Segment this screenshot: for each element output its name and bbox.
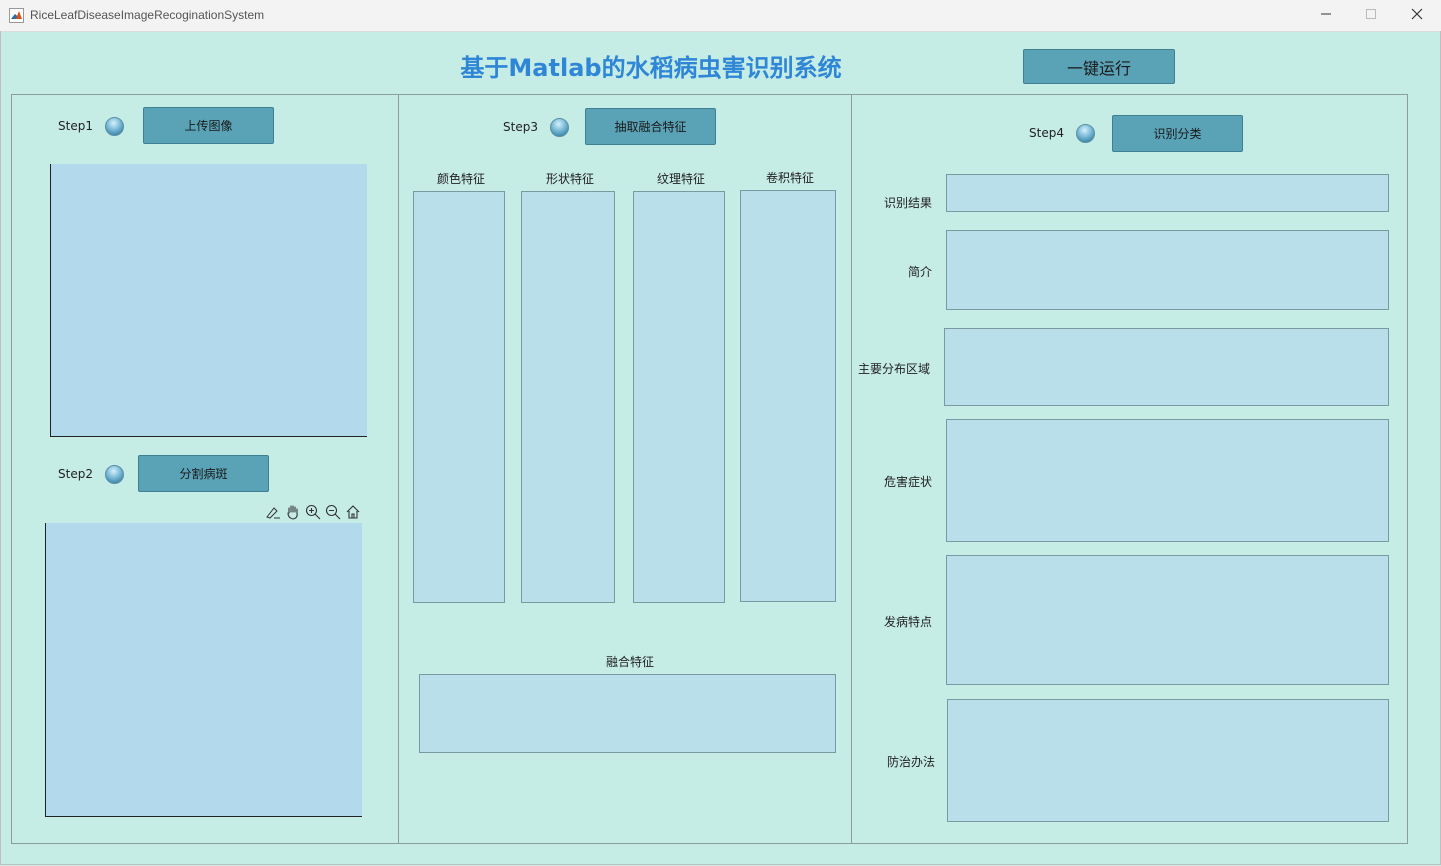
close-button[interactable] bbox=[1394, 0, 1440, 31]
home-icon[interactable] bbox=[344, 503, 361, 520]
step3-status-lamp bbox=[550, 118, 569, 137]
onset-label: 发病特点 bbox=[884, 615, 933, 629]
run-all-button[interactable]: 一键运行 bbox=[1023, 49, 1175, 84]
conv-feature-box[interactable] bbox=[740, 190, 836, 602]
segment-lesion-button[interactable]: 分割病斑 bbox=[138, 455, 269, 492]
result-box[interactable] bbox=[946, 174, 1389, 212]
distribution-box[interactable] bbox=[944, 328, 1389, 406]
zoom-out-icon[interactable] bbox=[324, 503, 341, 520]
axes-toolbar bbox=[264, 503, 364, 521]
color-feature-label: 颜色特征 bbox=[437, 172, 486, 186]
color-feature-box[interactable] bbox=[413, 191, 505, 603]
step3-label: Step3 bbox=[503, 120, 538, 134]
conv-feature-label: 卷积特征 bbox=[766, 171, 815, 185]
segmented-image-axes bbox=[45, 523, 362, 817]
intro-label: 简介 bbox=[908, 265, 933, 279]
result-label: 识别结果 bbox=[884, 196, 933, 210]
window-title: RiceLeafDiseaseImageRecoginationSystem bbox=[30, 8, 265, 22]
symptoms-box[interactable] bbox=[946, 419, 1389, 542]
page-title: 基于Matlab的水稻病虫害识别系统 bbox=[460, 54, 842, 82]
intro-box[interactable] bbox=[946, 230, 1389, 310]
symptoms-label: 危害症状 bbox=[884, 475, 933, 489]
texture-feature-label: 纹理特征 bbox=[657, 172, 706, 186]
pan-hand-icon[interactable] bbox=[284, 503, 301, 520]
step2-status-lamp bbox=[105, 465, 124, 484]
matlab-icon bbox=[9, 8, 24, 23]
maximize-button[interactable] bbox=[1348, 0, 1394, 31]
step4-label: Step4 bbox=[1029, 126, 1064, 140]
minimize-icon bbox=[1320, 8, 1332, 23]
onset-box[interactable] bbox=[946, 555, 1389, 685]
classify-button[interactable]: 识别分类 bbox=[1112, 115, 1243, 152]
extract-features-button[interactable]: 抽取融合特征 bbox=[585, 108, 716, 145]
shape-feature-label: 形状特征 bbox=[546, 172, 595, 186]
brush-icon[interactable] bbox=[264, 503, 281, 520]
fused-feature-box[interactable] bbox=[419, 674, 836, 753]
window-titlebar: RiceLeafDiseaseImageRecoginationSystem bbox=[0, 0, 1441, 32]
zoom-in-icon[interactable] bbox=[304, 503, 321, 520]
prevention-label: 防治办法 bbox=[887, 755, 936, 769]
step4-status-lamp bbox=[1076, 124, 1095, 143]
fused-feature-label: 融合特征 bbox=[606, 655, 655, 669]
close-icon bbox=[1411, 8, 1423, 23]
shape-feature-box[interactable] bbox=[521, 191, 615, 603]
original-image-axes bbox=[50, 164, 367, 437]
upload-image-button[interactable]: 上传图像 bbox=[143, 107, 274, 144]
step2-label: Step2 bbox=[58, 467, 93, 481]
prevention-box[interactable] bbox=[947, 699, 1389, 822]
texture-feature-box[interactable] bbox=[633, 191, 725, 603]
step1-status-lamp bbox=[105, 117, 124, 136]
minimize-button[interactable] bbox=[1303, 0, 1349, 31]
step1-label: Step1 bbox=[58, 119, 93, 133]
distribution-label: 主要分布区域 bbox=[858, 362, 931, 376]
maximize-icon bbox=[1365, 8, 1377, 23]
